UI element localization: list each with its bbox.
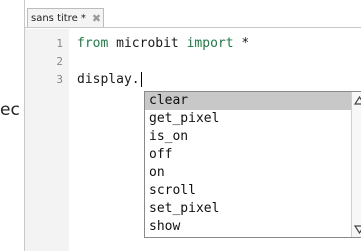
autocomplete-list: clear get_pixel is_on off on scroll set_… — [145, 92, 353, 237]
partial-side-text: ec — [0, 100, 20, 120]
keyword-import: import — [186, 36, 234, 51]
autocomplete-item-clear[interactable]: clear — [145, 92, 353, 110]
autocomplete-popup: clear get_pixel is_on off on scroll set_… — [144, 91, 361, 238]
scroll-down-triangle-icon[interactable] — [352, 222, 361, 236]
code-editor-window: sans titre * ✖ 1 2 3 from microbit impor… — [24, 0, 361, 251]
autocomplete-item-is-on[interactable]: is_on — [145, 128, 353, 146]
close-icon[interactable]: ✖ — [92, 13, 101, 24]
autocomplete-item-on[interactable]: on — [145, 164, 353, 182]
tab-divider — [25, 27, 361, 28]
import-star: * — [233, 36, 250, 51]
autocomplete-scrollbar[interactable] — [351, 92, 361, 237]
text-caret — [140, 72, 142, 87]
line-number: 3 — [56, 73, 63, 86]
code-line-3: display. — [77, 72, 142, 88]
scroll-up-triangle-icon[interactable] — [352, 93, 361, 107]
tab-bar: sans titre * ✖ — [25, 0, 361, 28]
file-tab[interactable]: sans titre * ✖ — [27, 8, 104, 28]
keyword-from: from — [77, 36, 109, 51]
scrollbar-track[interactable] — [352, 108, 361, 221]
autocomplete-item-set-pixel[interactable]: set_pixel — [145, 200, 353, 218]
line-number: 1 — [56, 37, 63, 50]
autocomplete-item-show[interactable]: show — [145, 218, 353, 236]
line-number: 2 — [56, 55, 63, 68]
screen: ec sans titre * ✖ 1 2 3 from microbit im… — [0, 0, 361, 251]
code-line-1: from microbit import * — [77, 36, 249, 52]
module-name: microbit — [108, 36, 187, 51]
autocomplete-item-scroll[interactable]: scroll — [145, 182, 353, 200]
file-tab-label: sans titre * — [31, 13, 86, 24]
autocomplete-item-off[interactable]: off — [145, 146, 353, 164]
code-line-3-text: display. — [77, 72, 140, 87]
line-number-gutter: 1 2 3 — [25, 29, 69, 251]
autocomplete-item-get-pixel[interactable]: get_pixel — [145, 110, 353, 128]
